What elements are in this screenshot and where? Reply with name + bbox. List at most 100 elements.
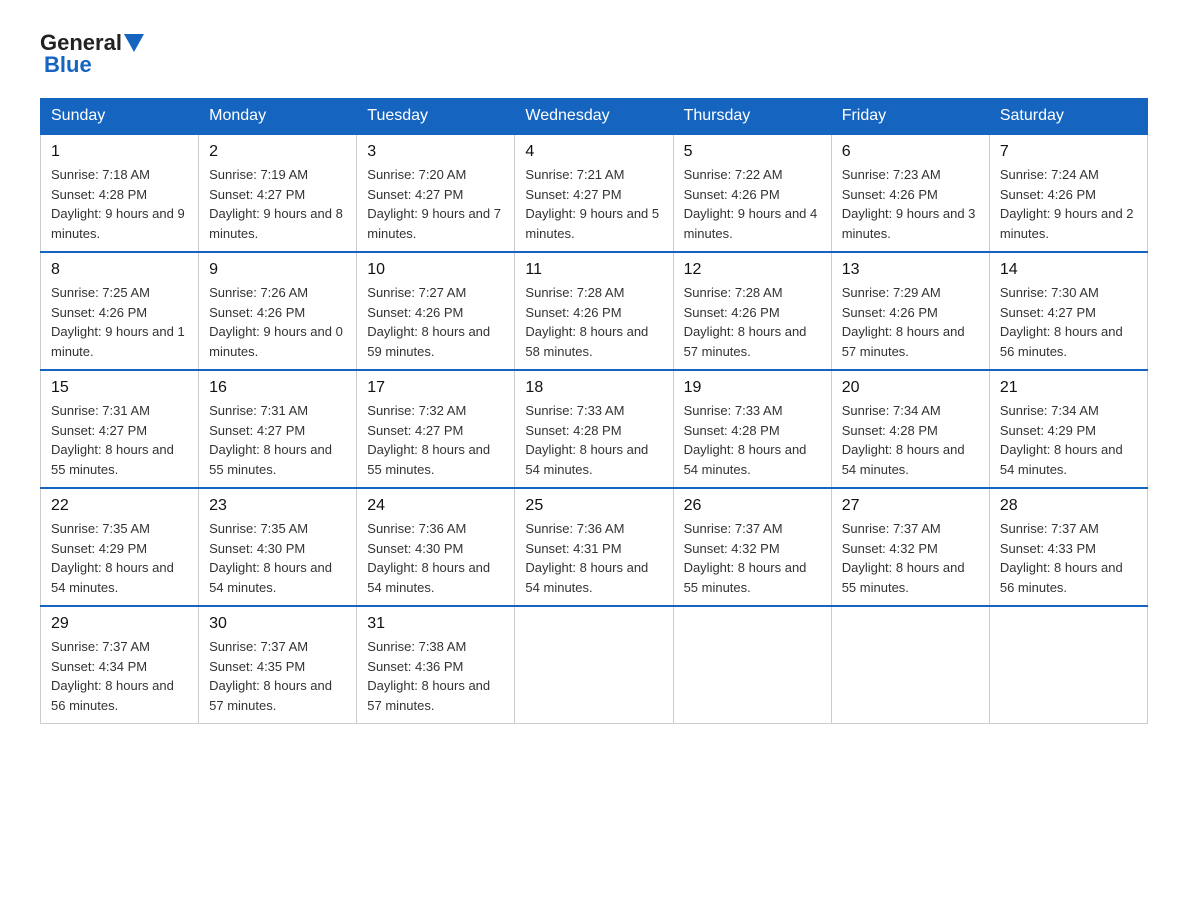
day-number: 13 [842,261,979,279]
day-info: Sunrise: 7:28 AM Sunset: 4:26 PM Dayligh… [684,283,821,361]
calendar-day-2: 2 Sunrise: 7:19 AM Sunset: 4:27 PM Dayli… [199,134,357,252]
calendar-empty-cell [831,606,989,724]
calendar-day-12: 12 Sunrise: 7:28 AM Sunset: 4:26 PM Dayl… [673,252,831,370]
day-number: 25 [525,497,662,515]
calendar-day-21: 21 Sunrise: 7:34 AM Sunset: 4:29 PM Dayl… [989,370,1147,488]
calendar-day-8: 8 Sunrise: 7:25 AM Sunset: 4:26 PM Dayli… [41,252,199,370]
day-info: Sunrise: 7:29 AM Sunset: 4:26 PM Dayligh… [842,283,979,361]
logo: General Blue [40,30,146,78]
col-header-monday: Monday [199,99,357,135]
calendar-day-20: 20 Sunrise: 7:34 AM Sunset: 4:28 PM Dayl… [831,370,989,488]
day-number: 14 [1000,261,1137,279]
calendar-day-7: 7 Sunrise: 7:24 AM Sunset: 4:26 PM Dayli… [989,134,1147,252]
calendar-day-13: 13 Sunrise: 7:29 AM Sunset: 4:26 PM Dayl… [831,252,989,370]
calendar-empty-cell [989,606,1147,724]
calendar-day-16: 16 Sunrise: 7:31 AM Sunset: 4:27 PM Dayl… [199,370,357,488]
day-info: Sunrise: 7:22 AM Sunset: 4:26 PM Dayligh… [684,165,821,243]
day-info: Sunrise: 7:33 AM Sunset: 4:28 PM Dayligh… [684,401,821,479]
day-number: 3 [367,143,504,161]
calendar-day-15: 15 Sunrise: 7:31 AM Sunset: 4:27 PM Dayl… [41,370,199,488]
day-info: Sunrise: 7:33 AM Sunset: 4:28 PM Dayligh… [525,401,662,479]
day-number: 16 [209,379,346,397]
logo-blue-text: Blue [40,52,92,78]
day-number: 15 [51,379,188,397]
calendar-day-17: 17 Sunrise: 7:32 AM Sunset: 4:27 PM Dayl… [357,370,515,488]
calendar-day-30: 30 Sunrise: 7:37 AM Sunset: 4:35 PM Dayl… [199,606,357,724]
day-info: Sunrise: 7:24 AM Sunset: 4:26 PM Dayligh… [1000,165,1137,243]
day-info: Sunrise: 7:23 AM Sunset: 4:26 PM Dayligh… [842,165,979,243]
day-info: Sunrise: 7:36 AM Sunset: 4:31 PM Dayligh… [525,519,662,597]
day-info: Sunrise: 7:27 AM Sunset: 4:26 PM Dayligh… [367,283,504,361]
page-header: General Blue [40,30,1148,78]
day-info: Sunrise: 7:19 AM Sunset: 4:27 PM Dayligh… [209,165,346,243]
calendar-week-row: 1 Sunrise: 7:18 AM Sunset: 4:28 PM Dayli… [41,134,1148,252]
day-info: Sunrise: 7:26 AM Sunset: 4:26 PM Dayligh… [209,283,346,361]
day-number: 12 [684,261,821,279]
col-header-tuesday: Tuesday [357,99,515,135]
calendar-day-24: 24 Sunrise: 7:36 AM Sunset: 4:30 PM Dayl… [357,488,515,606]
day-info: Sunrise: 7:28 AM Sunset: 4:26 PM Dayligh… [525,283,662,361]
day-number: 24 [367,497,504,515]
day-number: 8 [51,261,188,279]
calendar-day-27: 27 Sunrise: 7:37 AM Sunset: 4:32 PM Dayl… [831,488,989,606]
calendar-day-10: 10 Sunrise: 7:27 AM Sunset: 4:26 PM Dayl… [357,252,515,370]
calendar-week-row: 22 Sunrise: 7:35 AM Sunset: 4:29 PM Dayl… [41,488,1148,606]
calendar-day-4: 4 Sunrise: 7:21 AM Sunset: 4:27 PM Dayli… [515,134,673,252]
day-info: Sunrise: 7:20 AM Sunset: 4:27 PM Dayligh… [367,165,504,243]
calendar-day-1: 1 Sunrise: 7:18 AM Sunset: 4:28 PM Dayli… [41,134,199,252]
day-info: Sunrise: 7:37 AM Sunset: 4:33 PM Dayligh… [1000,519,1137,597]
day-info: Sunrise: 7:31 AM Sunset: 4:27 PM Dayligh… [209,401,346,479]
calendar-day-28: 28 Sunrise: 7:37 AM Sunset: 4:33 PM Dayl… [989,488,1147,606]
day-number: 22 [51,497,188,515]
day-number: 23 [209,497,346,515]
logo-triangle-icon [124,34,144,52]
day-info: Sunrise: 7:32 AM Sunset: 4:27 PM Dayligh… [367,401,504,479]
calendar-table: SundayMondayTuesdayWednesdayThursdayFrid… [40,98,1148,724]
day-info: Sunrise: 7:37 AM Sunset: 4:32 PM Dayligh… [842,519,979,597]
day-info: Sunrise: 7:38 AM Sunset: 4:36 PM Dayligh… [367,637,504,715]
day-number: 10 [367,261,504,279]
day-info: Sunrise: 7:31 AM Sunset: 4:27 PM Dayligh… [51,401,188,479]
day-number: 21 [1000,379,1137,397]
day-number: 18 [525,379,662,397]
calendar-day-14: 14 Sunrise: 7:30 AM Sunset: 4:27 PM Dayl… [989,252,1147,370]
day-info: Sunrise: 7:36 AM Sunset: 4:30 PM Dayligh… [367,519,504,597]
day-info: Sunrise: 7:35 AM Sunset: 4:30 PM Dayligh… [209,519,346,597]
calendar-day-19: 19 Sunrise: 7:33 AM Sunset: 4:28 PM Dayl… [673,370,831,488]
calendar-empty-cell [515,606,673,724]
calendar-day-9: 9 Sunrise: 7:26 AM Sunset: 4:26 PM Dayli… [199,252,357,370]
day-info: Sunrise: 7:34 AM Sunset: 4:28 PM Dayligh… [842,401,979,479]
day-number: 1 [51,143,188,161]
day-number: 7 [1000,143,1137,161]
day-number: 20 [842,379,979,397]
calendar-day-22: 22 Sunrise: 7:35 AM Sunset: 4:29 PM Dayl… [41,488,199,606]
calendar-day-23: 23 Sunrise: 7:35 AM Sunset: 4:30 PM Dayl… [199,488,357,606]
calendar-day-29: 29 Sunrise: 7:37 AM Sunset: 4:34 PM Dayl… [41,606,199,724]
day-number: 11 [525,261,662,279]
day-info: Sunrise: 7:37 AM Sunset: 4:35 PM Dayligh… [209,637,346,715]
day-number: 29 [51,615,188,633]
calendar-day-6: 6 Sunrise: 7:23 AM Sunset: 4:26 PM Dayli… [831,134,989,252]
day-number: 4 [525,143,662,161]
day-number: 6 [842,143,979,161]
day-number: 28 [1000,497,1137,515]
col-header-thursday: Thursday [673,99,831,135]
day-info: Sunrise: 7:37 AM Sunset: 4:34 PM Dayligh… [51,637,188,715]
calendar-day-5: 5 Sunrise: 7:22 AM Sunset: 4:26 PM Dayli… [673,134,831,252]
day-number: 5 [684,143,821,161]
day-info: Sunrise: 7:34 AM Sunset: 4:29 PM Dayligh… [1000,401,1137,479]
day-number: 17 [367,379,504,397]
col-header-wednesday: Wednesday [515,99,673,135]
calendar-header-row: SundayMondayTuesdayWednesdayThursdayFrid… [41,99,1148,135]
calendar-week-row: 29 Sunrise: 7:37 AM Sunset: 4:34 PM Dayl… [41,606,1148,724]
day-number: 19 [684,379,821,397]
day-info: Sunrise: 7:35 AM Sunset: 4:29 PM Dayligh… [51,519,188,597]
day-info: Sunrise: 7:18 AM Sunset: 4:28 PM Dayligh… [51,165,188,243]
calendar-day-18: 18 Sunrise: 7:33 AM Sunset: 4:28 PM Dayl… [515,370,673,488]
col-header-saturday: Saturday [989,99,1147,135]
calendar-empty-cell [673,606,831,724]
calendar-day-3: 3 Sunrise: 7:20 AM Sunset: 4:27 PM Dayli… [357,134,515,252]
day-number: 26 [684,497,821,515]
day-number: 9 [209,261,346,279]
calendar-day-31: 31 Sunrise: 7:38 AM Sunset: 4:36 PM Dayl… [357,606,515,724]
